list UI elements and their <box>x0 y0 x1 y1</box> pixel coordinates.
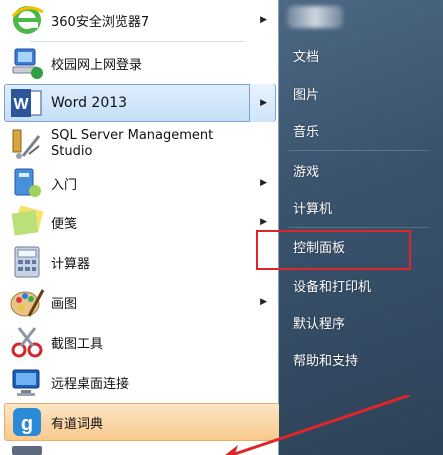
youdao-icon-letter: g <box>21 413 33 435</box>
program-label: 有道词典 <box>51 416 104 432</box>
menu-documents[interactable]: 文档 <box>293 46 319 65</box>
separator <box>289 150 429 151</box>
calculator-icon <box>9 244 45 280</box>
submenu-arrow-icon[interactable]: ▶ <box>260 98 267 108</box>
menu-music[interactable]: 音乐 <box>293 121 319 140</box>
menu-control-panel[interactable]: 控制面板 <box>293 237 345 256</box>
remote-desktop-icon <box>9 364 45 400</box>
ie-green-e-icon <box>9 2 45 38</box>
sticky-notes-icon <box>9 204 45 240</box>
menu-default-programs[interactable]: 默认程序 <box>293 313 345 332</box>
program-paint[interactable]: 画图 ▶ <box>4 283 276 321</box>
sql-server-icon <box>9 126 45 162</box>
start-menu-program-list: 360安全浏览器7 ▶ 校园网上网登录 W Word 2013 ▶ SQL Se… <box>0 0 280 455</box>
menu-devices-printers[interactable]: 设备和打印机 <box>293 276 371 295</box>
getting-started-icon <box>9 165 45 201</box>
program-sticky-notes[interactable]: 便笺 ▶ <box>4 203 276 241</box>
program-campus-login[interactable]: 校园网上网登录 <box>4 44 276 82</box>
program-remote-desktop[interactable]: 远程桌面连接 <box>4 363 276 401</box>
start-menu-right-pane: 文档 图片 音乐 游戏 计算机 控制面板 设备和打印机 默认程序 帮助和支持 <box>279 0 443 455</box>
program-label: SQL Server Management Studio <box>51 128 214 159</box>
menu-help-support[interactable]: 帮助和支持 <box>293 350 358 369</box>
menu-computer[interactable]: 计算机 <box>293 198 332 217</box>
program-calculator[interactable]: 计算器 <box>4 243 276 281</box>
program-snipping-tool[interactable]: 截图工具 <box>4 323 276 361</box>
submenu-arrow-icon[interactable]: ▶ <box>260 297 267 307</box>
snipping-tool-icon <box>9 324 45 360</box>
program-word-2013[interactable]: W Word 2013 ▶ <box>4 84 276 122</box>
word-icon-letter: W <box>13 96 29 113</box>
submenu-arrow-icon[interactable]: ▶ <box>260 217 267 227</box>
program-sql-server[interactable]: SQL Server Management Studio <box>4 124 276 164</box>
separator <box>30 41 245 42</box>
program-label: 校园网上网登录 <box>51 57 143 73</box>
user-name-blurred <box>287 6 343 28</box>
program-label: 便笺 <box>51 216 78 232</box>
paint-icon <box>9 284 45 320</box>
separator <box>289 227 429 228</box>
network-login-icon <box>9 45 45 81</box>
youdao-dict-icon: g <box>9 404 45 440</box>
word-icon: W <box>9 85 45 121</box>
program-label: 画图 <box>51 296 78 312</box>
program-label: 计算器 <box>51 256 91 272</box>
program-360-browser[interactable]: 360安全浏览器7 ▶ <box>4 1 276 39</box>
program-label: 远程桌面连接 <box>51 376 130 392</box>
submenu-arrow-icon[interactable]: ▶ <box>260 178 267 188</box>
program-label: 入门 <box>51 177 78 193</box>
program-getting-started[interactable]: 入门 ▶ <box>4 164 276 202</box>
menu-pictures[interactable]: 图片 <box>293 84 319 103</box>
program-label: 截图工具 <box>51 336 104 352</box>
program-label: Word 2013 <box>51 95 128 111</box>
submenu-arrow-icon[interactable]: ▶ <box>260 15 267 25</box>
program-youdao-dict[interactable]: g 有道词典 <box>4 403 280 441</box>
menu-games[interactable]: 游戏 <box>293 161 319 180</box>
partial-next-item <box>12 446 42 455</box>
program-label: 360安全浏览器7 <box>51 14 150 30</box>
